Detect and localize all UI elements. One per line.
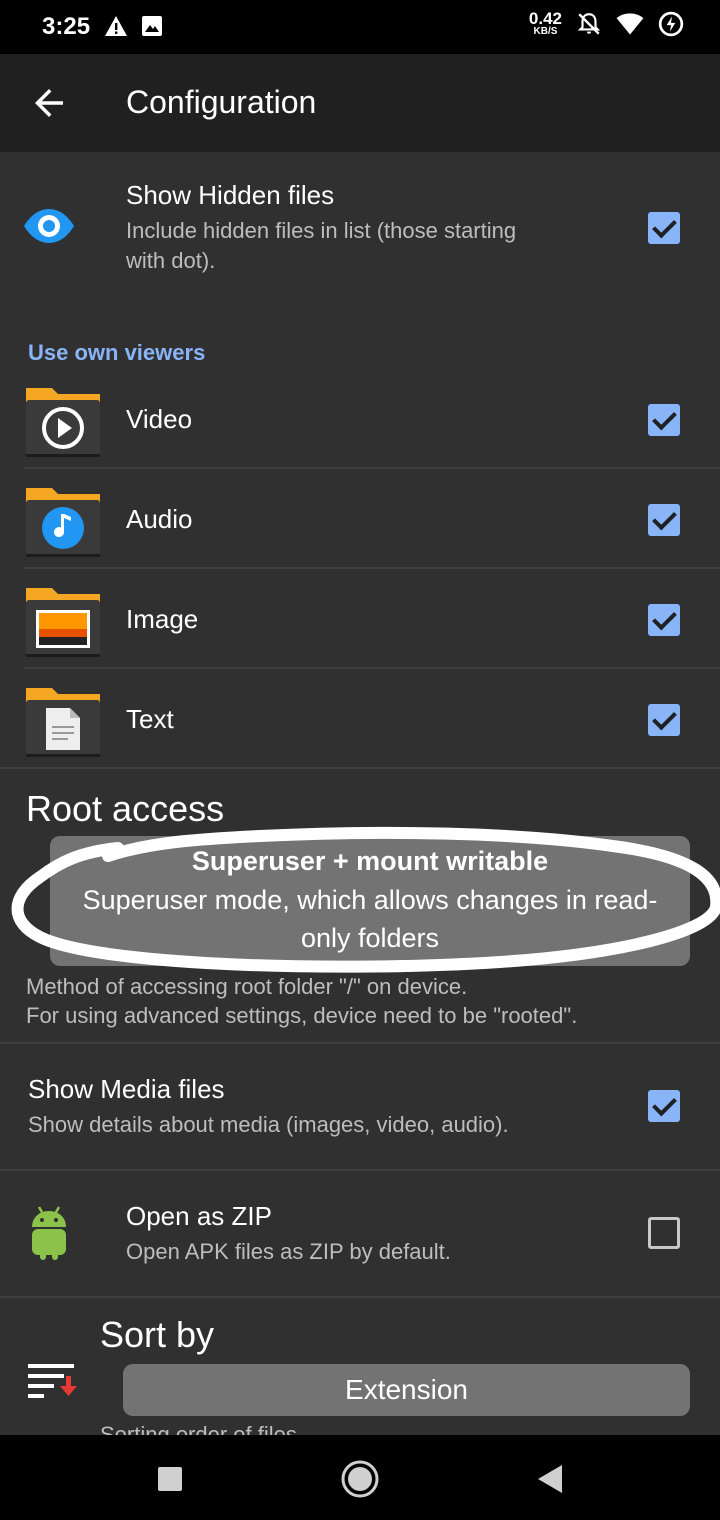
viewer-item-image[interactable]: Image <box>0 574 720 668</box>
sort-by-title: Sort by <box>100 1314 215 1355</box>
app-bar: Configuration <box>0 54 720 152</box>
back-triangle-icon[interactable] <box>530 1459 570 1499</box>
divider <box>0 1296 720 1298</box>
pref-media-files[interactable]: Show Media files Show details about medi… <box>0 1044 720 1168</box>
video-folder-icon <box>26 388 100 457</box>
divider <box>24 567 720 569</box>
root-access-title: Root access <box>26 788 225 829</box>
text-folder-icon <box>26 688 100 757</box>
navigation-bar <box>0 1435 720 1520</box>
viewer-item-label: Audio <box>126 504 193 534</box>
viewer-item-video[interactable]: Video <box>0 374 720 468</box>
audio-folder-icon <box>26 488 100 557</box>
viewer-item-audio[interactable]: Audio <box>0 474 720 568</box>
viewer-item-label: Text <box>126 704 174 734</box>
pref-summary: Show details about media (images, video,… <box>28 1112 509 1137</box>
settings-list[interactable]: Show Hidden files Include hidden files i… <box>0 152 720 1435</box>
net-speed: 0.42 KB/S <box>528 9 562 37</box>
notifications-off-icon <box>577 12 601 35</box>
wifi-icon <box>616 13 644 34</box>
page-title: Configuration <box>126 84 317 120</box>
sort-by-summary: Sorting order of files <box>100 1422 297 1435</box>
status-time: 3:25 <box>42 13 91 40</box>
data-saver-icon <box>658 11 684 36</box>
text-checkbox[interactable] <box>648 704 680 736</box>
open-zip-checkbox[interactable] <box>648 1217 680 1249</box>
sort-icon <box>28 1364 77 1398</box>
viewer-item-text[interactable]: Text <box>0 674 720 768</box>
hidden-files-checkbox[interactable] <box>648 212 680 244</box>
eye-icon <box>24 209 74 243</box>
recents-square-icon[interactable] <box>150 1459 190 1499</box>
divider <box>24 467 720 469</box>
pref-summary: Open APK files as ZIP by default. <box>126 1239 451 1264</box>
pref-open-zip[interactable]: Open as ZIP Open APK files as ZIP by def… <box>0 1171 720 1295</box>
video-checkbox[interactable] <box>648 404 680 436</box>
arrow-back-icon[interactable] <box>28 82 70 124</box>
image-checkbox[interactable] <box>648 604 680 636</box>
pref-title: Open as ZIP <box>126 1201 272 1231</box>
pref-title: Show Media files <box>28 1074 225 1104</box>
media-files-checkbox[interactable] <box>648 1090 680 1122</box>
android-icon <box>32 1206 66 1260</box>
viewer-item-label: Video <box>126 404 193 434</box>
audio-checkbox[interactable] <box>648 504 680 536</box>
image-icon <box>142 16 162 36</box>
sort-by-select[interactable]: Extension <box>123 1364 690 1416</box>
section-header-viewers: Use own viewers <box>28 340 206 365</box>
root-access-selected-title: Superuser + mount writable <box>191 846 549 876</box>
home-circle-icon[interactable] <box>340 1459 380 1499</box>
root-access-select[interactable]: Superuser + mount writable Superuser mod… <box>50 836 690 966</box>
root-access-selected-desc: Superuser mode, which allows changes in … <box>82 885 658 953</box>
divider <box>0 767 720 769</box>
status-bar: 3:25 0.42 KB/S <box>0 0 720 54</box>
pref-summary-line1: Include hidden files in list (those star… <box>126 218 517 243</box>
pref-summary-line2: with dot). <box>126 248 216 273</box>
root-access-summary: Method of accessing root folder "/" on d… <box>26 974 578 1028</box>
pref-title: Show Hidden files <box>126 180 335 210</box>
pref-hidden-files[interactable]: Show Hidden files Include hidden files i… <box>0 152 720 292</box>
image-folder-icon <box>26 588 100 657</box>
warning-icon <box>105 16 127 36</box>
divider <box>24 667 720 669</box>
viewer-item-label: Image <box>126 604 199 634</box>
